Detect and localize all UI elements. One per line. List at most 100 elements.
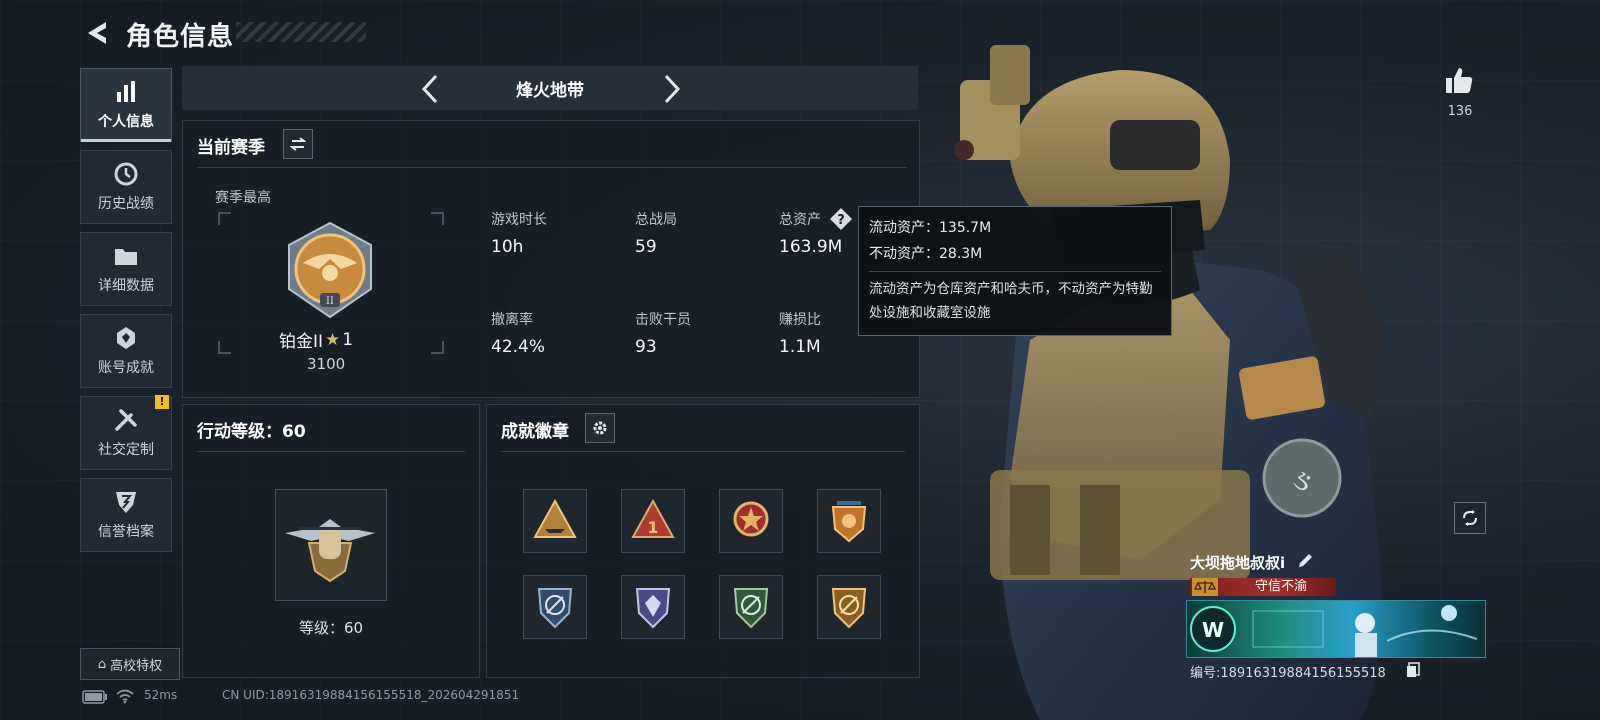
stat-label: 总战局 (635, 212, 677, 228)
nav-label: 详细数据 (98, 278, 154, 294)
badge-slot[interactable] (523, 575, 587, 639)
chevron-right-icon[interactable] (660, 72, 684, 106)
campus-label: 高校特权 (110, 658, 163, 674)
stat-operators-defeated: 击败干员 93 (635, 309, 755, 357)
mode-selector: 烽火地带 (182, 66, 918, 110)
tools-icon (115, 409, 137, 431)
badge-slot[interactable] (719, 575, 783, 639)
helicopter-emblem-icon (285, 519, 375, 583)
achievement-badges-panel: 成就徽章 1 (486, 404, 920, 678)
nav-item-detailed-data[interactable]: 详细数据 (80, 232, 172, 306)
rank-score: 3100 (307, 355, 346, 373)
badge-slot[interactable]: 1 (621, 489, 685, 553)
shield-icon (116, 492, 136, 513)
rank-stars: 1 (342, 329, 354, 350)
divider (197, 451, 465, 452)
badge-slot[interactable] (523, 489, 587, 553)
mode-title: 烽火地带 (516, 81, 584, 101)
badge-slot[interactable] (817, 575, 881, 639)
season-heading: 当前赛季 (197, 138, 265, 158)
bar-chart-icon (117, 81, 135, 102)
badge-stars-shield-icon (831, 501, 867, 543)
badge-purple-shield-icon (635, 588, 671, 629)
swap-icon (290, 137, 306, 151)
nav-item-account-achievements[interactable]: 账号成就 (80, 314, 172, 388)
level-label: 等级：60 (298, 619, 364, 637)
scales-icon (1192, 578, 1218, 596)
nav-item-social-custom[interactable]: 社交定制 ! (80, 395, 172, 470)
stat-value: 59 (635, 237, 657, 257)
badge-slot[interactable] (621, 575, 685, 639)
clock-icon (114, 162, 138, 186)
season-best-label: 赛季最高 (215, 190, 271, 206)
stat-value: 42.4% (491, 337, 546, 357)
nav-label: 社交定制 (98, 442, 154, 458)
player-id: 编号:18916319884156155518 (1190, 666, 1386, 681)
rotate-view-button[interactable] (1454, 502, 1486, 534)
badge-blue-shield-icon (537, 588, 573, 629)
wifi-icon (116, 689, 134, 704)
nav-label: 信誉档案 (98, 524, 154, 540)
badge-triangle-ship-icon (533, 498, 577, 538)
badge-gold-shield-icon (831, 588, 867, 629)
side-nav: 个人信息 历史战绩 详细数据 账号成就 社交定制 ! 信誉档案 (80, 68, 172, 560)
svg-text:?: ? (837, 213, 845, 228)
current-season-panel: 当前赛季 赛季最高 II 铂金II ★ 1 3100 游戏时长 10h 总战局 … (182, 120, 920, 398)
back-arrow-icon[interactable] (82, 18, 110, 48)
svg-text:W: W (1202, 618, 1224, 642)
tooltip-fixed-assets: 不动资产：28.3M (869, 246, 983, 262)
rank-name: 铂金II ★ 1 (279, 327, 389, 353)
page-title: 角色信息 (126, 22, 235, 52)
badge-slot[interactable] (817, 489, 881, 553)
season-switch-button[interactable] (283, 129, 313, 159)
player-name: 大坝拖地叔叔i (1190, 554, 1286, 572)
thumbs-up-icon[interactable] (1443, 64, 1475, 96)
divider (197, 167, 907, 168)
achievement-icon (117, 327, 135, 349)
copy-icon[interactable] (1406, 662, 1420, 678)
assets-tooltip: 流动资产：135.7M 不动资产：28.3M 流动资产为仓库资产和哈夫币，不动资… (858, 206, 1172, 336)
nav-item-history[interactable]: 历史战绩 (80, 150, 172, 224)
help-icon[interactable]: ? (829, 207, 853, 231)
ping-readout: 52ms (144, 688, 178, 702)
divider (501, 451, 905, 452)
tooltip-description: 流动资产为仓库资产和哈夫币，不动资产为特勤处设施和收藏室设施 (869, 281, 1153, 321)
tooltip-liquid-assets: 流动资产：135.7M (869, 220, 992, 236)
level-heading: 行动等级：60 (197, 422, 306, 442)
player-name-card[interactable]: W (1186, 600, 1486, 658)
stat-label: 游戏时长 (491, 212, 547, 228)
campus-privilege-button[interactable]: ⌂ 高校特权 (80, 648, 180, 680)
notification-badge: ! (155, 395, 169, 409)
nav-label: 个人信息 (98, 114, 154, 130)
rank-emblem-icon: II (288, 221, 372, 319)
badge-triangle-number-icon: 1 (631, 498, 675, 538)
stat-label: 撤离率 (491, 312, 533, 328)
stat-value: 1.1M (779, 337, 821, 357)
rank-tier: 铂金II (279, 332, 324, 352)
svg-text:ઙ: ઙ (1292, 463, 1311, 498)
svg-text:1: 1 (647, 518, 658, 537)
star-icon: ★ (325, 329, 341, 350)
gear-icon (593, 421, 607, 435)
nav-label: 历史战绩 (98, 196, 154, 212)
action-level-panel: 行动等级：60 等级：60 (182, 404, 480, 678)
edit-pencil-icon[interactable] (1296, 552, 1314, 570)
badge-star-emblem-icon (733, 501, 769, 537)
folder-icon (115, 249, 137, 265)
badge-settings-button[interactable] (585, 413, 615, 443)
battery-icon (82, 690, 107, 704)
stat-label: 击败干员 (635, 312, 691, 328)
stat-value: 93 (635, 337, 657, 357)
stat-value: 10h (491, 237, 524, 257)
nav-label: 账号成就 (98, 360, 154, 376)
badge-green-shield-icon (733, 588, 769, 629)
badge-slot[interactable] (719, 489, 783, 553)
divider (869, 271, 1161, 272)
stat-play-time: 游戏时长 10h (491, 209, 611, 257)
stat-total-matches: 总战局 59 (635, 209, 755, 257)
nav-item-personal-info[interactable]: 个人信息 (80, 68, 172, 142)
stat-extraction-rate: 撤离率 42.4% (491, 309, 611, 357)
nav-item-credit-profile[interactable]: 信誉档案 (80, 478, 172, 552)
title-decoration (236, 22, 366, 42)
name-card-art: W (1190, 605, 1478, 657)
